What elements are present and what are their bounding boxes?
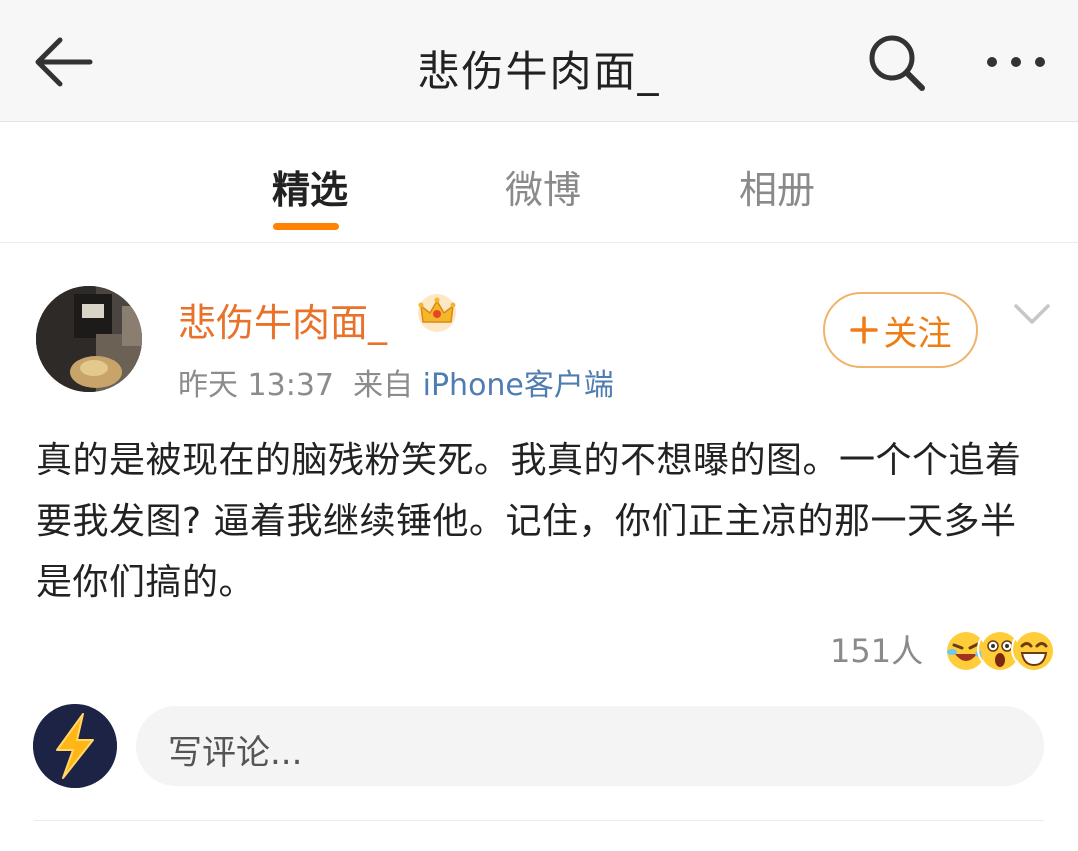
active-tab-indicator [273,223,339,230]
plus-icon [849,316,878,344]
current-user-avatar[interactable] [33,704,117,788]
top-navigation-bar: 悲伤牛肉面_ [0,0,1078,122]
more-horizontal-icon [987,57,1045,67]
search-button[interactable] [864,30,928,94]
post-meta: 昨天 13:37 来自 iPhone客户端 [178,360,614,404]
tab-weibo[interactable]: 微博 [505,159,581,214]
tab-featured[interactable]: 精选 [272,159,348,214]
follow-button[interactable]: 关注 [823,292,978,368]
chevron-down-icon [1014,304,1050,324]
search-icon [869,35,925,91]
post-menu-button[interactable] [1012,300,1052,328]
avatar-photo [36,286,142,392]
crown-icon [414,292,460,334]
reaction-count: 151人 [830,632,924,670]
profile-tabs: 精选 微博 相册 [0,123,1078,243]
post-time: 昨天 13:37 [178,368,334,403]
author-name[interactable]: 悲伤牛肉面_ [178,292,387,347]
comment-input[interactable]: 写评论... [136,706,1044,786]
post-source[interactable]: iPhone客户端 [423,368,614,403]
source-prefix: 来自 [353,368,414,403]
comment-placeholder: 写评论... [168,733,303,773]
divider [34,820,1044,821]
author-avatar[interactable] [36,286,142,392]
post-text: 真的是被现在的脑残粉笑死。我真的不想曝的图。一个个追着要我发图? 逼着我继续锤他… [36,440,1022,603]
reactions-summary[interactable]: 151人 [830,624,1054,674]
lightning-icon [33,704,117,788]
post-card: 悲伤牛肉面_ 昨天 13:37 来自 iPhone客户端 关注 真的是被现在的脑… [0,244,1078,851]
follow-label: 关注 [883,313,952,354]
tab-album[interactable]: 相册 [739,159,815,214]
more-button[interactable] [980,40,1052,84]
grinning-emoji-icon [1011,628,1054,670]
